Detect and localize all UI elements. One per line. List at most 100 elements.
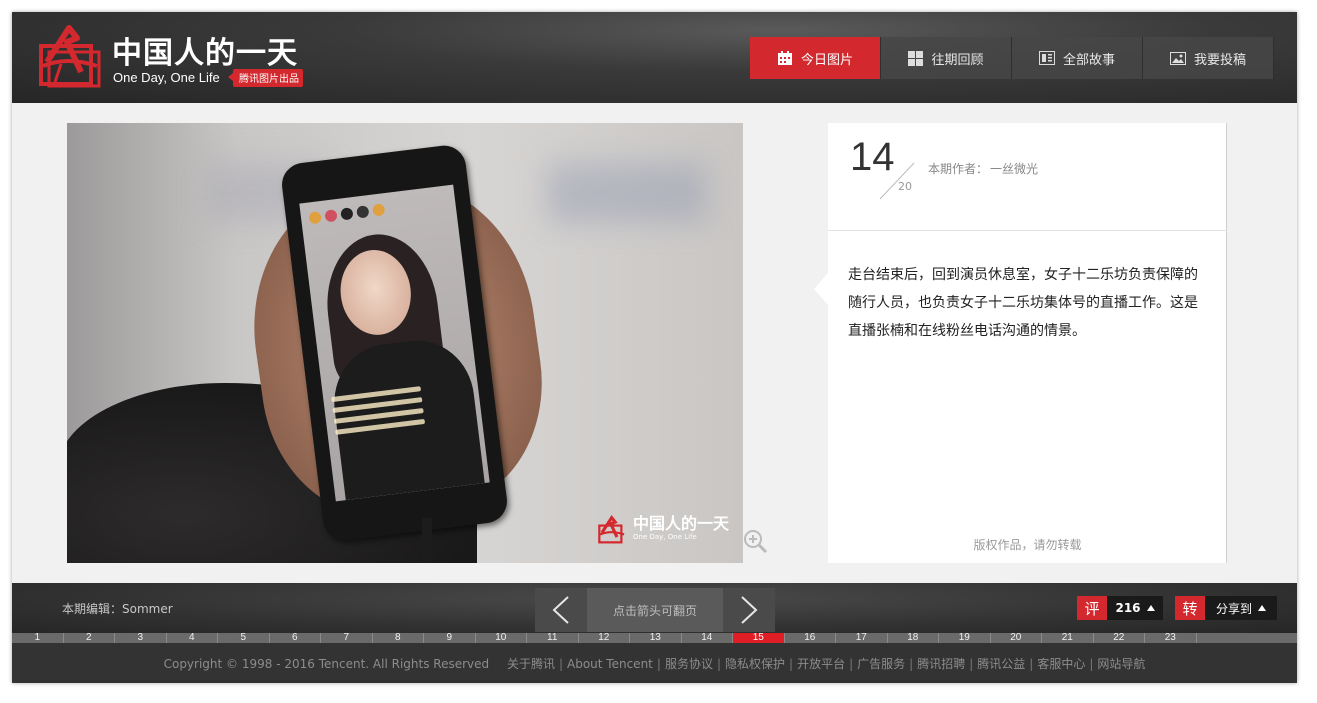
footer-link[interactable]: 广告服务 — [857, 657, 905, 671]
author-line: 本期作者： 一丝微光 — [928, 160, 1038, 177]
zoom-in-icon[interactable] — [742, 528, 768, 554]
book-icon — [1038, 51, 1055, 65]
bottom-bar: 本期编辑：Sommer 点击箭头可翻页 评 216 转 分享到 — [12, 583, 1297, 633]
nav-label: 全部故事 — [1062, 52, 1115, 68]
footer-separator: | — [716, 657, 721, 671]
page-number-1[interactable]: 1 — [12, 633, 64, 643]
pager-hint: 点击箭头可翻页 — [587, 588, 723, 632]
page-strip: 1 2 3 4 5 6 7 8 9 10 11 12 13 14 15 16 17 18 19 20 21 22 23 — [12, 633, 1297, 643]
prev-button[interactable] — [535, 588, 587, 632]
calendar-icon — [777, 51, 792, 65]
comment-count-box: 216 — [1107, 596, 1163, 620]
next-button[interactable] — [723, 588, 775, 632]
page-number-20[interactable]: 20 — [991, 633, 1042, 643]
page-number-17[interactable]: 17 — [836, 633, 888, 643]
triangle-up-icon — [1146, 605, 1155, 611]
share-label: 分享到 — [1215, 601, 1252, 616]
watermark-title: 中国人的一天 — [633, 514, 730, 533]
footer-line: Copyright © 1998 - 2016 Tencent. All Rig… — [12, 655, 1297, 672]
page-number-10[interactable]: 10 — [476, 633, 527, 643]
grid-icon — [908, 50, 924, 66]
logo-subtitle: One Day, One Life — [113, 70, 220, 85]
footer-separator: | — [909, 657, 914, 671]
comment-button[interactable]: 评 216 — [1077, 596, 1163, 620]
main-nav: 今日图片 往期回顾 全部故事 我要投稿 — [750, 37, 1274, 79]
page-number-2[interactable]: 2 — [64, 633, 115, 643]
footer-link[interactable]: 腾讯招聘 — [917, 657, 965, 671]
author-label: 本期作者： — [928, 162, 989, 176]
footer-copyright: Copyright © 1998 - 2016 Tencent. All Rig… — [163, 657, 490, 671]
page-number-8[interactable]: 8 — [373, 633, 424, 643]
nav-label: 我要投稿 — [1193, 52, 1246, 68]
page-number-11[interactable]: 11 — [527, 633, 579, 643]
footer-link[interactable]: 开放平台 — [797, 657, 845, 671]
header: 中国人的一天 One Day, One Life 腾讯图片出品 今日图片 往期回… — [12, 12, 1297, 103]
nav-all-stories[interactable]: 全部故事 — [1012, 37, 1143, 79]
footer-link[interactable]: About Tencent — [567, 657, 653, 671]
copyright-notice: 版权作品，请勿转载 — [973, 538, 1082, 552]
page-number-19[interactable]: 19 — [939, 633, 991, 643]
page-number-15[interactable]: 15 — [733, 633, 785, 643]
total-photo-count: 20 — [898, 180, 912, 193]
page-number-12[interactable]: 12 — [579, 633, 630, 643]
share-button[interactable]: 转 分享到 — [1175, 596, 1277, 620]
footer-link[interactable]: 隐私权保护 — [725, 657, 785, 671]
footer-link[interactable]: 客服中心 — [1037, 657, 1085, 671]
page-number-5[interactable]: 5 — [218, 633, 270, 643]
logo-badge: 腾讯图片出品 — [228, 69, 303, 87]
nav-submit[interactable]: 我要投稿 — [1143, 37, 1274, 79]
page-number-21[interactable]: 21 — [1042, 633, 1094, 643]
footer-separator: | — [1029, 657, 1034, 671]
main-photo[interactable]: 中国人的一天 One Day, One Life — [67, 123, 743, 563]
nav-label: 今日图片 — [800, 52, 853, 68]
footer-separator: | — [789, 657, 794, 671]
footer-separator: | — [558, 657, 564, 671]
watermark-logo-icon — [598, 515, 625, 544]
page-number-7[interactable]: 7 — [321, 633, 373, 643]
logo-title[interactable]: 中国人的一天 — [112, 28, 298, 72]
footer-link[interactable]: 关于腾讯 — [507, 657, 555, 671]
phone-screen — [299, 184, 490, 502]
page-number-9[interactable]: 9 — [424, 633, 476, 643]
info-divider — [828, 230, 1227, 231]
nav-label: 往期回顾 — [931, 52, 984, 68]
editor-credit: 本期编辑：Sommer — [62, 602, 173, 616]
page-number-6[interactable]: 6 — [270, 633, 321, 643]
phone-strap — [422, 518, 432, 563]
triangle-up-icon — [1258, 605, 1266, 611]
image-icon — [1169, 51, 1186, 65]
author-name: 一丝微光 — [990, 162, 1039, 176]
chevron-right-icon — [741, 596, 758, 624]
page-number-3[interactable]: 3 — [115, 633, 167, 643]
page-number-16[interactable]: 16 — [785, 633, 836, 643]
footer-links: 关于腾讯 | About Tencent | 服务协议 | 隐私权保护 | 开放平台 | 广告服务 |… — [507, 657, 1145, 671]
photo-background — [547, 163, 707, 223]
nav-past-review[interactable]: 往期回顾 — [881, 37, 1012, 79]
page-number-18[interactable]: 18 — [888, 633, 939, 643]
photo-description: 走台结束后，回到演员休息室，女子十二乐坊负责保障的随行人员，也负责女子十二乐坊集… — [848, 267, 1198, 339]
pager: 点击箭头可翻页 — [535, 588, 775, 632]
watermark-subtitle: One Day, One Life — [633, 533, 697, 541]
page-number-22[interactable]: 22 — [1094, 633, 1145, 643]
footer-link[interactable]: 腾讯公益 — [977, 657, 1025, 671]
page-number-13[interactable]: 13 — [630, 633, 682, 643]
page-number-14[interactable]: 14 — [682, 633, 733, 643]
share-label-box: 分享到 — [1205, 596, 1277, 620]
comment-count: 216 — [1115, 601, 1141, 615]
footer-link[interactable]: 服务协议 — [665, 657, 713, 671]
comment-tag: 评 — [1077, 596, 1107, 620]
chevron-left-icon — [552, 596, 569, 624]
nav-today-photo[interactable]: 今日图片 — [750, 37, 881, 79]
logo-icon[interactable] — [37, 22, 107, 90]
photo-watermark: 中国人的一天 One Day, One Life — [597, 515, 729, 545]
footer-link[interactable]: 网站导航 — [1097, 657, 1145, 671]
footer-separator: | — [656, 657, 661, 671]
share-tag: 转 — [1175, 596, 1205, 620]
app-frame: 中国人的一天 One Day, One Life 腾讯图片出品 今日图片 往期回… — [12, 12, 1297, 683]
page-number-4[interactable]: 4 — [167, 633, 218, 643]
footer: Copyright © 1998 - 2016 Tencent. All Rig… — [12, 643, 1297, 683]
page-number-23[interactable]: 23 — [1145, 633, 1197, 643]
screen-icons — [308, 203, 386, 225]
footer-separator: | — [969, 657, 974, 671]
info-panel: 14 20 本期作者： 一丝微光 走台结束后，回到演员休息室，女子十二乐坊负责保障… — [814, 123, 1227, 563]
